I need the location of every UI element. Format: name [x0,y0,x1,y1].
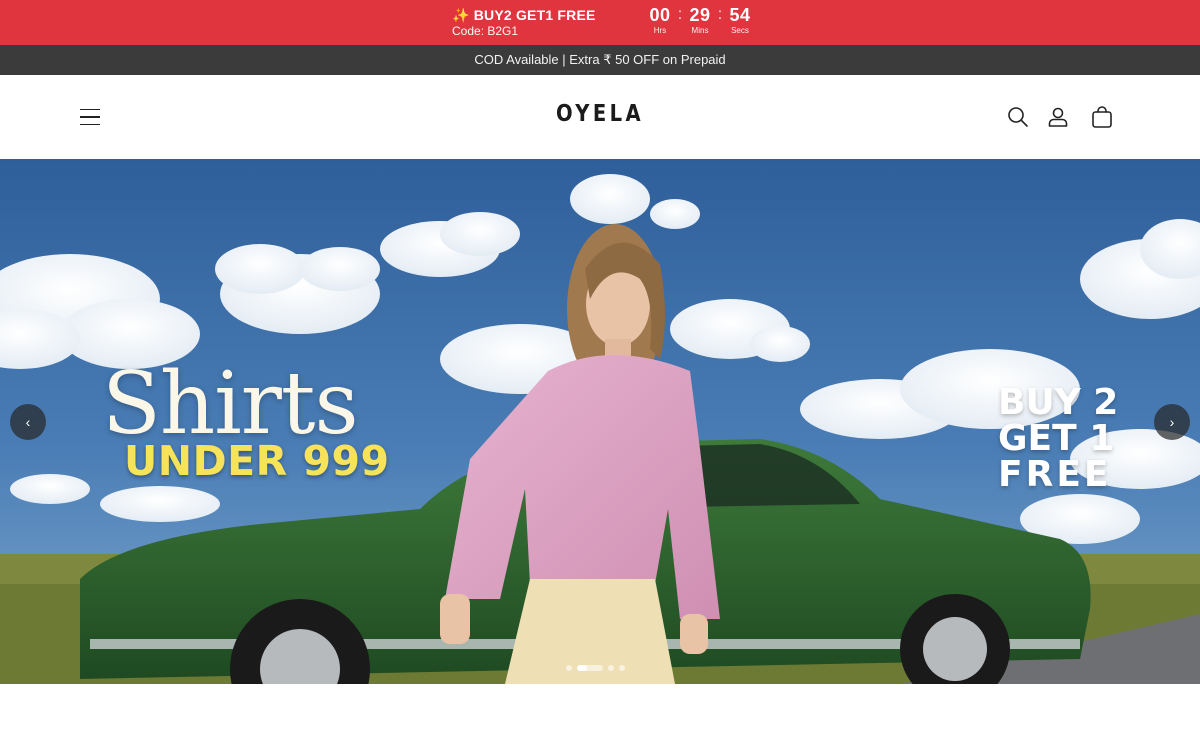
timer-hours-label: Hrs [653,26,667,35]
promo-bar: ✨ BUY2 GET1 FREE Code: B2G1 00 Hrs : 29 … [0,0,1200,45]
announcement-bar: COD Available | Extra ₹ 50 OFF on Prepai… [0,45,1200,75]
timer-minutes: 29 Mins [686,5,714,37]
timer-seconds-label: Secs [731,26,749,35]
timer-separator: : [677,6,683,23]
menu-icon[interactable] [76,103,104,131]
timer-seconds: 54 Secs [726,5,754,37]
hero-headline: Shirts [102,354,359,454]
slide-dot[interactable] [566,665,572,671]
promo-offer-title: ✨ BUY2 GET1 FREE [452,7,596,23]
cart-icon[interactable] [1089,104,1115,130]
timer-hours: 00 Hrs [646,5,674,37]
site-header: OYELA [0,75,1200,159]
slide-indicators [566,665,625,671]
hero-banner[interactable]: Shirts UNDER 999 BUY 2 GET 1 FREE ‹ › [0,159,1200,684]
hero-headline-block: Shirts UNDER 999 [102,359,422,483]
slide-prev-button[interactable]: ‹ [10,404,46,440]
promo-offer-code: Code: B2G1 [452,24,519,38]
slide-dot-active[interactable] [577,665,603,671]
search-icon[interactable] [1005,104,1031,130]
timer-hours-value: 00 [649,5,671,25]
timer-minutes-label: Mins [691,26,709,35]
timer-seconds-value: 54 [729,5,751,25]
hero-offer-line: GET 1 [998,418,1115,459]
slide-dot[interactable] [608,665,614,671]
hero-subheadline: UNDER 999 [124,437,390,485]
hero-offer-line: FREE [998,454,1112,495]
countdown-timer: 00 Hrs : 29 Mins : 54 Secs [646,5,754,37]
promo-offer[interactable]: ✨ BUY2 GET1 FREE Code: B2G1 [452,6,596,38]
slide-dot[interactable] [619,665,625,671]
account-icon[interactable] [1045,104,1071,130]
slide-next-button[interactable]: › [1154,404,1190,440]
timer-minutes-value: 29 [689,5,711,25]
site-logo[interactable]: OYELA [549,101,651,127]
hero-offer-block: BUY 2 GET 1 FREE [998,385,1138,493]
timer-separator: : [717,6,723,23]
hero-offer-line: BUY 2 [998,382,1119,423]
